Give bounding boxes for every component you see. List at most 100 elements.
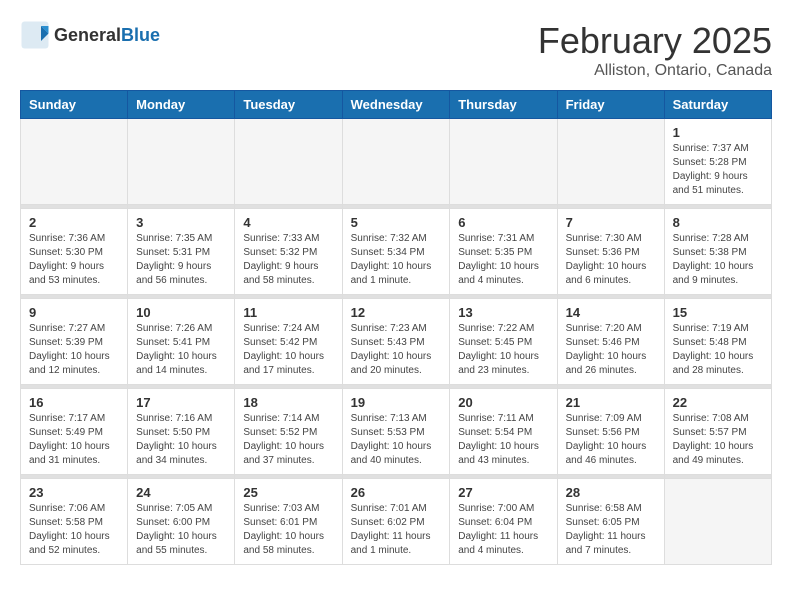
day-number: 2	[29, 215, 119, 230]
day-info: Sunrise: 7:26 AM Sunset: 5:41 PM Dayligh…	[136, 322, 226, 378]
calendar-cell: 15 Sunrise: 7:19 AM Sunset: 5:48 PM Dayli…	[664, 299, 771, 385]
calendar-cell: 7 Sunrise: 7:30 AM Sunset: 5:36 PM Daylig…	[557, 209, 664, 295]
day-info: Sunrise: 7:06 AM Sunset: 5:58 PM Dayligh…	[29, 502, 119, 558]
day-number: 19	[351, 395, 442, 410]
logo: GeneralBlue	[20, 20, 160, 50]
calendar-cell: 6 Sunrise: 7:31 AM Sunset: 5:35 PM Daylig…	[450, 209, 557, 295]
day-info: Sunrise: 7:16 AM Sunset: 5:50 PM Dayligh…	[136, 412, 226, 468]
calendar-cell	[450, 119, 557, 205]
calendar-cell	[557, 119, 664, 205]
day-number: 1	[673, 125, 763, 140]
calendar-cell: 12Sunrise: 7:23 AM Sunset: 5:43 PM Dayli…	[342, 299, 450, 385]
calendar-cell: 28Sunrise: 6:58 AM Sunset: 6:05 PM Dayli…	[557, 479, 664, 565]
day-header-friday: Friday	[557, 91, 664, 119]
calendar-cell: 14 Sunrise: 7:20 AM Sunset: 5:46 PM Dayli…	[557, 299, 664, 385]
day-info: Sunrise: 7:31 AM Sunset: 5:35 PM Dayligh…	[458, 232, 548, 288]
calendar-cell: 16 Sunrise: 7:17 AM Sunset: 5:49 PM Dayli…	[21, 389, 128, 475]
calendar-cell: 17 Sunrise: 7:16 AM Sunset: 5:50 PM Dayli…	[128, 389, 235, 475]
calendar-cell: 26Sunrise: 7:01 AM Sunset: 6:02 PM Dayli…	[342, 479, 450, 565]
calendar-week-row: 23Sunrise: 7:06 AM Sunset: 5:58 PM Dayli…	[21, 479, 772, 565]
title-block: February 2025 Alliston, Ontario, Canada	[538, 20, 772, 80]
calendar-week-row: 2Sunrise: 7:36 AM Sunset: 5:30 PM Daylig…	[21, 209, 772, 295]
calendar-cell: 18 Sunrise: 7:14 AM Sunset: 5:52 PM Dayli…	[235, 389, 342, 475]
day-number: 10	[136, 305, 226, 320]
day-number: 15	[673, 305, 763, 320]
day-number: 12	[351, 305, 442, 320]
day-header-sunday: Sunday	[21, 91, 128, 119]
calendar-cell: 8Sunrise: 7:28 AM Sunset: 5:38 PM Daylig…	[664, 209, 771, 295]
day-info: Sunrise: 7:03 AM Sunset: 6:01 PM Dayligh…	[243, 502, 333, 558]
calendar-cell: 9 Sunrise: 7:27 AM Sunset: 5:39 PM Daylig…	[21, 299, 128, 385]
calendar-week-row: 16 Sunrise: 7:17 AM Sunset: 5:49 PM Dayli…	[21, 389, 772, 475]
page-header: GeneralBlue February 2025 Alliston, Onta…	[20, 20, 772, 80]
day-number: 9	[29, 305, 119, 320]
calendar-cell: 27Sunrise: 7:00 AM Sunset: 6:04 PM Dayli…	[450, 479, 557, 565]
day-number: 21	[566, 395, 656, 410]
calendar-cell	[128, 119, 235, 205]
day-number: 7	[566, 215, 656, 230]
day-info: Sunrise: 7:05 AM Sunset: 6:00 PM Dayligh…	[136, 502, 226, 558]
day-info: Sunrise: 7:30 AM Sunset: 5:36 PM Dayligh…	[566, 232, 656, 288]
day-info: Sunrise: 7:14 AM Sunset: 5:52 PM Dayligh…	[243, 412, 333, 468]
day-info: Sunrise: 7:37 AM Sunset: 5:28 PM Dayligh…	[673, 142, 763, 198]
calendar-week-row: 9 Sunrise: 7:27 AM Sunset: 5:39 PM Daylig…	[21, 299, 772, 385]
day-info: Sunrise: 7:19 AM Sunset: 5:48 PM Dayligh…	[673, 322, 763, 378]
day-header-wednesday: Wednesday	[342, 91, 450, 119]
day-info: Sunrise: 7:20 AM Sunset: 5:46 PM Dayligh…	[566, 322, 656, 378]
day-header-tuesday: Tuesday	[235, 91, 342, 119]
calendar-cell: 24 Sunrise: 7:05 AM Sunset: 6:00 PM Dayli…	[128, 479, 235, 565]
day-info: Sunrise: 7:11 AM Sunset: 5:54 PM Dayligh…	[458, 412, 548, 468]
day-number: 16	[29, 395, 119, 410]
day-number: 5	[351, 215, 442, 230]
calendar-cell: 5 Sunrise: 7:32 AM Sunset: 5:34 PM Daylig…	[342, 209, 450, 295]
calendar-cell: 1 Sunrise: 7:37 AM Sunset: 5:28 PM Daylig…	[664, 119, 771, 205]
calendar-cell: 3 Sunrise: 7:35 AM Sunset: 5:31 PM Daylig…	[128, 209, 235, 295]
day-number: 18	[243, 395, 333, 410]
calendar-cell	[664, 479, 771, 565]
calendar-cell: 23Sunrise: 7:06 AM Sunset: 5:58 PM Dayli…	[21, 479, 128, 565]
day-number: 20	[458, 395, 548, 410]
day-number: 14	[566, 305, 656, 320]
day-number: 25	[243, 485, 333, 500]
day-number: 11	[243, 305, 333, 320]
day-info: Sunrise: 7:13 AM Sunset: 5:53 PM Dayligh…	[351, 412, 442, 468]
logo-icon	[20, 20, 50, 50]
day-info: Sunrise: 7:24 AM Sunset: 5:42 PM Dayligh…	[243, 322, 333, 378]
calendar-table: SundayMondayTuesdayWednesdayThursdayFrid…	[20, 90, 772, 565]
day-number: 3	[136, 215, 226, 230]
day-info: Sunrise: 6:58 AM Sunset: 6:05 PM Dayligh…	[566, 502, 656, 558]
day-info: Sunrise: 7:09 AM Sunset: 5:56 PM Dayligh…	[566, 412, 656, 468]
day-info: Sunrise: 7:27 AM Sunset: 5:39 PM Dayligh…	[29, 322, 119, 378]
logo-text: GeneralBlue	[54, 25, 160, 46]
calendar-cell: 19 Sunrise: 7:13 AM Sunset: 5:53 PM Dayli…	[342, 389, 450, 475]
subtitle: Alliston, Ontario, Canada	[538, 62, 772, 80]
day-number: 17	[136, 395, 226, 410]
calendar-week-row: 1 Sunrise: 7:37 AM Sunset: 5:28 PM Daylig…	[21, 119, 772, 205]
day-number: 4	[243, 215, 333, 230]
day-info: Sunrise: 7:22 AM Sunset: 5:45 PM Dayligh…	[458, 322, 548, 378]
calendar-header-row: SundayMondayTuesdayWednesdayThursdayFrid…	[21, 91, 772, 119]
calendar-cell: 4Sunrise: 7:33 AM Sunset: 5:32 PM Daylig…	[235, 209, 342, 295]
day-info: Sunrise: 7:35 AM Sunset: 5:31 PM Dayligh…	[136, 232, 226, 288]
day-header-thursday: Thursday	[450, 91, 557, 119]
calendar-cell: 21 Sunrise: 7:09 AM Sunset: 5:56 PM Dayli…	[557, 389, 664, 475]
calendar-cell	[235, 119, 342, 205]
day-number: 24	[136, 485, 226, 500]
main-title: February 2025	[538, 20, 772, 62]
day-info: Sunrise: 7:32 AM Sunset: 5:34 PM Dayligh…	[351, 232, 442, 288]
calendar-cell: 10 Sunrise: 7:26 AM Sunset: 5:41 PM Dayli…	[128, 299, 235, 385]
day-number: 6	[458, 215, 548, 230]
calendar-cell	[342, 119, 450, 205]
calendar-cell	[21, 119, 128, 205]
day-header-monday: Monday	[128, 91, 235, 119]
calendar-cell: 11 Sunrise: 7:24 AM Sunset: 5:42 PM Dayli…	[235, 299, 342, 385]
calendar-cell: 22Sunrise: 7:08 AM Sunset: 5:57 PM Dayli…	[664, 389, 771, 475]
day-number: 22	[673, 395, 763, 410]
day-number: 8	[673, 215, 763, 230]
calendar-cell: 25 Sunrise: 7:03 AM Sunset: 6:01 PM Dayli…	[235, 479, 342, 565]
day-info: Sunrise: 7:17 AM Sunset: 5:49 PM Dayligh…	[29, 412, 119, 468]
calendar-cell: 20 Sunrise: 7:11 AM Sunset: 5:54 PM Dayli…	[450, 389, 557, 475]
day-info: Sunrise: 7:00 AM Sunset: 6:04 PM Dayligh…	[458, 502, 548, 558]
day-number: 13	[458, 305, 548, 320]
day-header-saturday: Saturday	[664, 91, 771, 119]
